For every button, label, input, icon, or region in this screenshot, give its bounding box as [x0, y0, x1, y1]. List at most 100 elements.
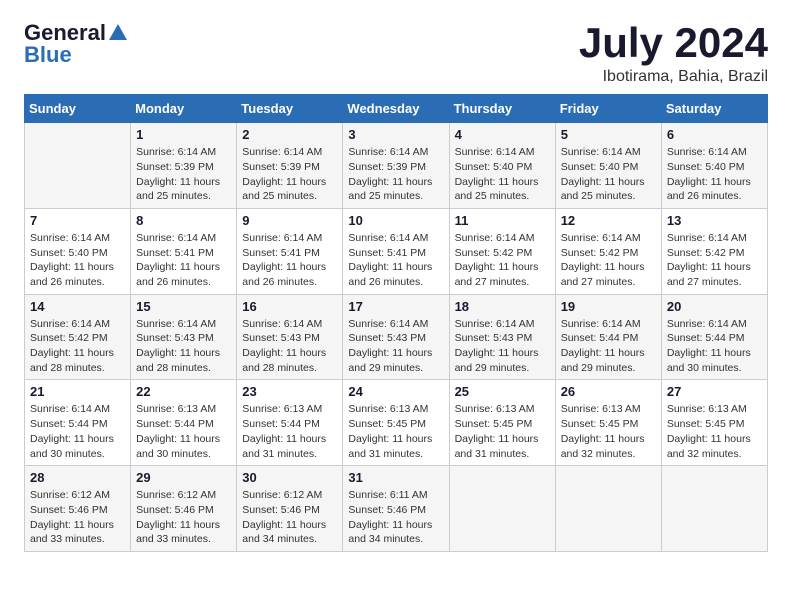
day-number: 30	[242, 470, 337, 485]
logo-icon	[107, 22, 129, 44]
table-row: 24 Sunrise: 6:13 AM Sunset: 5:45 PM Dayli…	[343, 380, 449, 466]
table-row: 10 Sunrise: 6:14 AM Sunset: 5:41 PM Dayli…	[343, 208, 449, 294]
calendar-week-row: 21 Sunrise: 6:14 AM Sunset: 5:44 PM Dayli…	[25, 380, 768, 466]
table-row: 23Sunrise: 6:13 AM Sunset: 5:44 PM Dayli…	[237, 380, 343, 466]
day-number: 10	[348, 213, 443, 228]
day-number: 22	[136, 384, 231, 399]
day-number: 15	[136, 299, 231, 314]
day-info: Sunrise: 6:14 AM Sunset: 5:40 PM Dayligh…	[30, 231, 125, 290]
location-subtitle: Ibotirama, Bahia, Brazil	[579, 68, 768, 86]
day-number: 28	[30, 470, 125, 485]
table-row: 1Sunrise: 6:14 AM Sunset: 5:39 PM Daylig…	[131, 123, 237, 209]
day-number: 7	[30, 213, 125, 228]
day-info: Sunrise: 6:14 AM Sunset: 5:41 PM Dayligh…	[242, 231, 337, 290]
calendar-week-row: 14 Sunrise: 6:14 AM Sunset: 5:42 PM Dayli…	[25, 294, 768, 380]
table-row: 5 Sunrise: 6:14 AM Sunset: 5:40 PM Daylig…	[555, 123, 661, 209]
table-row	[25, 123, 131, 209]
day-info: Sunrise: 6:14 AM Sunset: 5:39 PM Dayligh…	[136, 145, 231, 204]
calendar-week-row: 28 Sunrise: 6:12 AM Sunset: 5:46 PM Dayli…	[25, 466, 768, 552]
day-info: Sunrise: 6:14 AM Sunset: 5:40 PM Dayligh…	[667, 145, 762, 204]
day-info: Sunrise: 6:14 AM Sunset: 5:43 PM Dayligh…	[348, 317, 443, 376]
day-number: 21	[30, 384, 125, 399]
title-area: July 2024 Ibotirama, Bahia, Brazil	[579, 20, 768, 86]
col-tuesday: Tuesday	[237, 95, 343, 123]
col-saturday: Saturday	[661, 95, 767, 123]
table-row: 25 Sunrise: 6:13 AM Sunset: 5:45 PM Dayli…	[449, 380, 555, 466]
day-info: Sunrise: 6:13 AM Sunset: 5:45 PM Dayligh…	[455, 402, 550, 461]
day-info: Sunrise: 6:14 AM Sunset: 5:40 PM Dayligh…	[455, 145, 550, 204]
day-number: 9	[242, 213, 337, 228]
day-info: Sunrise: 6:14 AM Sunset: 5:39 PM Dayligh…	[242, 145, 337, 204]
table-row: 31 Sunrise: 6:11 AM Sunset: 5:46 PM Dayli…	[343, 466, 449, 552]
day-info: Sunrise: 6:14 AM Sunset: 5:41 PM Dayligh…	[136, 231, 231, 290]
table-row: 22 Sunrise: 6:13 AM Sunset: 5:44 PM Dayli…	[131, 380, 237, 466]
day-info: Sunrise: 6:13 AM Sunset: 5:45 PM Dayligh…	[348, 402, 443, 461]
col-friday: Friday	[555, 95, 661, 123]
table-row: 4 Sunrise: 6:14 AM Sunset: 5:40 PM Daylig…	[449, 123, 555, 209]
day-info: Sunrise: 6:14 AM Sunset: 5:42 PM Dayligh…	[667, 231, 762, 290]
day-number: 25	[455, 384, 550, 399]
day-number: 11	[455, 213, 550, 228]
day-number: 8	[136, 213, 231, 228]
day-number: 17	[348, 299, 443, 314]
table-row: 27 Sunrise: 6:13 AM Sunset: 5:45 PM Dayli…	[661, 380, 767, 466]
day-info: Sunrise: 6:13 AM Sunset: 5:44 PM Dayligh…	[242, 402, 337, 461]
table-row: 7 Sunrise: 6:14 AM Sunset: 5:40 PM Daylig…	[25, 208, 131, 294]
day-number: 20	[667, 299, 762, 314]
day-number: 29	[136, 470, 231, 485]
table-row: 9 Sunrise: 6:14 AM Sunset: 5:41 PM Daylig…	[237, 208, 343, 294]
day-info: Sunrise: 6:13 AM Sunset: 5:44 PM Dayligh…	[136, 402, 231, 461]
table-row: 26 Sunrise: 6:13 AM Sunset: 5:45 PM Dayli…	[555, 380, 661, 466]
day-info: Sunrise: 6:14 AM Sunset: 5:42 PM Dayligh…	[30, 317, 125, 376]
logo: General Blue	[24, 20, 130, 68]
day-number: 26	[561, 384, 656, 399]
table-row: 30Sunrise: 6:12 AM Sunset: 5:46 PM Dayli…	[237, 466, 343, 552]
table-row: 18 Sunrise: 6:14 AM Sunset: 5:43 PM Dayli…	[449, 294, 555, 380]
col-thursday: Thursday	[449, 95, 555, 123]
day-info: Sunrise: 6:14 AM Sunset: 5:44 PM Dayligh…	[667, 317, 762, 376]
calendar-week-row: 1Sunrise: 6:14 AM Sunset: 5:39 PM Daylig…	[25, 123, 768, 209]
table-row: 17 Sunrise: 6:14 AM Sunset: 5:43 PM Dayli…	[343, 294, 449, 380]
day-info: Sunrise: 6:13 AM Sunset: 5:45 PM Dayligh…	[561, 402, 656, 461]
day-info: Sunrise: 6:12 AM Sunset: 5:46 PM Dayligh…	[136, 488, 231, 547]
day-number: 19	[561, 299, 656, 314]
table-row: 14 Sunrise: 6:14 AM Sunset: 5:42 PM Dayli…	[25, 294, 131, 380]
day-info: Sunrise: 6:14 AM Sunset: 5:41 PM Dayligh…	[348, 231, 443, 290]
day-info: Sunrise: 6:14 AM Sunset: 5:44 PM Dayligh…	[561, 317, 656, 376]
day-number: 24	[348, 384, 443, 399]
day-number: 31	[348, 470, 443, 485]
table-row: 21 Sunrise: 6:14 AM Sunset: 5:44 PM Dayli…	[25, 380, 131, 466]
day-info: Sunrise: 6:11 AM Sunset: 5:46 PM Dayligh…	[348, 488, 443, 547]
table-row: 16Sunrise: 6:14 AM Sunset: 5:43 PM Dayli…	[237, 294, 343, 380]
day-number: 14	[30, 299, 125, 314]
day-info: Sunrise: 6:14 AM Sunset: 5:43 PM Dayligh…	[136, 317, 231, 376]
day-info: Sunrise: 6:14 AM Sunset: 5:42 PM Dayligh…	[561, 231, 656, 290]
day-info: Sunrise: 6:14 AM Sunset: 5:39 PM Dayligh…	[348, 145, 443, 204]
day-number: 16	[242, 299, 337, 314]
calendar-table: Sunday Monday Tuesday Wednesday Thursday…	[24, 94, 768, 552]
day-info: Sunrise: 6:13 AM Sunset: 5:45 PM Dayligh…	[667, 402, 762, 461]
table-row: 29 Sunrise: 6:12 AM Sunset: 5:46 PM Dayli…	[131, 466, 237, 552]
table-row	[449, 466, 555, 552]
day-number: 12	[561, 213, 656, 228]
month-year-title: July 2024	[579, 20, 768, 66]
day-number: 27	[667, 384, 762, 399]
day-number: 5	[561, 127, 656, 142]
table-row: 13Sunrise: 6:14 AM Sunset: 5:42 PM Dayli…	[661, 208, 767, 294]
logo-blue-text: Blue	[24, 42, 72, 67]
day-info: Sunrise: 6:14 AM Sunset: 5:43 PM Dayligh…	[455, 317, 550, 376]
table-row: 6 Sunrise: 6:14 AM Sunset: 5:40 PM Daylig…	[661, 123, 767, 209]
table-row	[555, 466, 661, 552]
day-number: 4	[455, 127, 550, 142]
table-row: 3Sunrise: 6:14 AM Sunset: 5:39 PM Daylig…	[343, 123, 449, 209]
day-number: 18	[455, 299, 550, 314]
table-row: 12 Sunrise: 6:14 AM Sunset: 5:42 PM Dayli…	[555, 208, 661, 294]
day-number: 2	[242, 127, 337, 142]
table-row: 11Sunrise: 6:14 AM Sunset: 5:42 PM Dayli…	[449, 208, 555, 294]
day-info: Sunrise: 6:14 AM Sunset: 5:40 PM Dayligh…	[561, 145, 656, 204]
day-info: Sunrise: 6:14 AM Sunset: 5:44 PM Dayligh…	[30, 402, 125, 461]
day-number: 6	[667, 127, 762, 142]
table-row	[661, 466, 767, 552]
table-row: 8 Sunrise: 6:14 AM Sunset: 5:41 PM Daylig…	[131, 208, 237, 294]
col-sunday: Sunday	[25, 95, 131, 123]
